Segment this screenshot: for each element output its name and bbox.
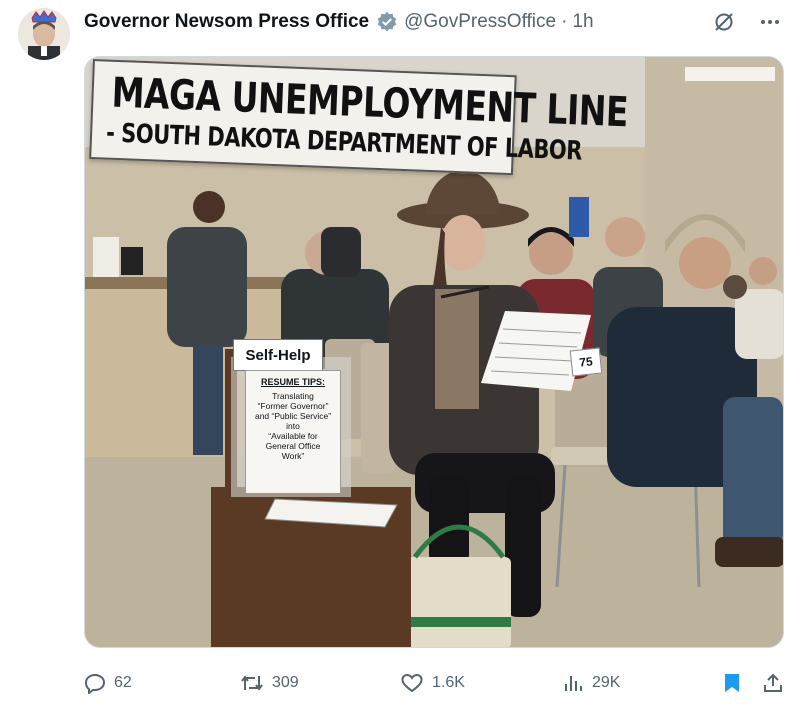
- views-count: 29K: [592, 674, 621, 691]
- post-top-actions: [712, 10, 782, 34]
- repost-button[interactable]: 309: [240, 672, 299, 694]
- repost-count: 309: [272, 674, 299, 691]
- resume-tips-title: RESUME TIPS:: [260, 377, 325, 387]
- reply-button[interactable]: 62: [84, 672, 132, 694]
- resume-tips-card: RESUME TIPS: Translating “Former Governo…: [245, 370, 341, 494]
- bookmark-icon: [722, 672, 742, 694]
- reply-count: 62: [114, 674, 132, 691]
- share-button[interactable]: [762, 672, 784, 694]
- like-button[interactable]: 1.6K: [400, 672, 465, 694]
- more-icon[interactable]: [758, 10, 782, 34]
- grok-icon[interactable]: [712, 10, 736, 34]
- author-handle[interactable]: @GovPressOffice: [404, 11, 556, 33]
- post-time[interactable]: 1h: [572, 11, 593, 33]
- resume-tips-body: Translating “Former Governor” and “Publi…: [254, 391, 332, 461]
- self-help-label: Self-Help: [233, 339, 323, 371]
- ticket-number: 75: [569, 347, 603, 377]
- separator-dot: ·: [561, 11, 568, 32]
- like-count: 1.6K: [432, 674, 465, 691]
- action-bar: 62 309 1.6K 29K: [84, 670, 784, 696]
- unemployment-sign: MAGA UNEMPLOYMENT LINE - SOUTH DAKOTA DE…: [89, 59, 629, 176]
- views-button[interactable]: 29K: [562, 672, 620, 694]
- repost-icon: [240, 672, 264, 694]
- post-header: Governor Newsom Press Office @GovPressOf…: [84, 10, 594, 34]
- post-image[interactable]: MAGA UNEMPLOYMENT LINE - SOUTH DAKOTA DE…: [84, 56, 784, 648]
- views-icon: [562, 672, 584, 694]
- author-name[interactable]: Governor Newsom Press Office: [84, 11, 369, 33]
- avatar[interactable]: [18, 8, 70, 60]
- verified-badge-icon[interactable]: [376, 11, 398, 33]
- bookmark-button[interactable]: [722, 672, 742, 694]
- like-icon: [400, 672, 424, 694]
- share-icon: [762, 672, 784, 694]
- reply-icon: [84, 672, 106, 694]
